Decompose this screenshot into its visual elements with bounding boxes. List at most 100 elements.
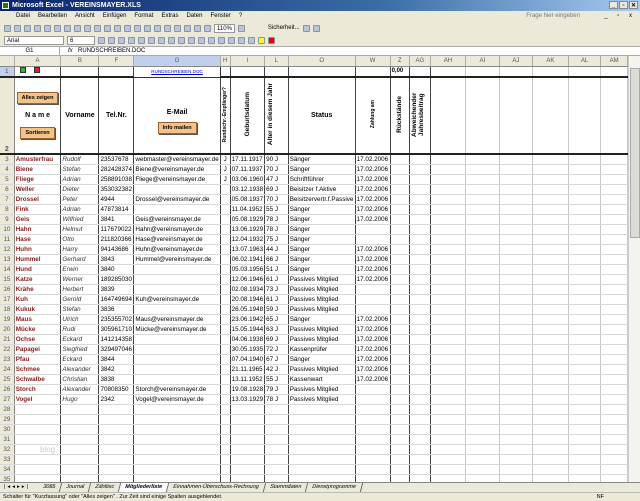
cell[interactable] xyxy=(355,294,391,305)
cell[interactable] xyxy=(390,184,410,195)
help-search-input[interactable]: Frage hier eingeben xyxy=(526,11,580,22)
cell[interactable] xyxy=(532,154,569,165)
cell[interactable] xyxy=(220,254,231,265)
cell[interactable] xyxy=(430,254,466,265)
cell[interactable]: Passives Mitglied xyxy=(288,384,356,395)
cell[interactable] xyxy=(499,344,533,355)
cell[interactable]: Hahn@vereinsmayer.de xyxy=(133,224,221,235)
cell[interactable] xyxy=(600,234,628,245)
cell[interactable]: 12.04.1932 xyxy=(230,234,266,245)
cell[interactable]: Huhn xyxy=(14,244,62,255)
cell[interactable] xyxy=(600,324,628,335)
cell[interactable] xyxy=(465,214,500,225)
cell[interactable] xyxy=(220,444,231,455)
cell[interactable] xyxy=(568,384,602,395)
cell[interactable] xyxy=(390,384,410,395)
cell[interactable] xyxy=(568,434,602,445)
cell[interactable] xyxy=(600,344,628,355)
cell[interactable] xyxy=(390,194,410,205)
underline-icon[interactable] xyxy=(118,36,125,44)
cell[interactable]: Kuh xyxy=(14,294,62,305)
cell[interactable]: Hugo xyxy=(60,394,100,405)
cell[interactable]: 07.04.1940 xyxy=(230,354,266,365)
column-header-ag[interactable]: AG xyxy=(409,56,431,67)
cell[interactable] xyxy=(600,364,628,375)
sheet-tab[interactable]: Mitgliederliste xyxy=(119,483,170,492)
cell[interactable]: 78 J xyxy=(264,394,289,405)
cell[interactable] xyxy=(532,334,569,345)
hyperlink-icon[interactable] xyxy=(154,24,161,32)
cell[interactable] xyxy=(532,404,569,415)
cell[interactable] xyxy=(499,154,533,165)
cell[interactable]: 03.12.1938 xyxy=(230,184,266,195)
cell[interactable] xyxy=(465,77,500,155)
cell[interactable] xyxy=(355,304,391,315)
cell[interactable]: 79 J xyxy=(264,384,289,395)
cell[interactable]: 17.02.2006 xyxy=(355,354,391,365)
cell[interactable] xyxy=(532,194,569,205)
cell[interactable]: 17.02.2006 xyxy=(355,154,391,165)
cell[interactable]: 55 J xyxy=(264,204,289,215)
cell[interactable]: 117679022 xyxy=(98,224,135,235)
column-header-i[interactable]: I xyxy=(230,56,266,67)
cell[interactable] xyxy=(600,224,628,235)
row-header[interactable]: 20 xyxy=(0,324,15,335)
cell[interactable]: Beisitzervertr.f.Passive xyxy=(288,194,356,205)
percent-icon[interactable] xyxy=(178,36,185,44)
cell[interactable] xyxy=(465,284,500,295)
row-header[interactable]: 12 xyxy=(0,244,15,255)
cell[interactable] xyxy=(430,244,466,255)
cell[interactable] xyxy=(430,284,466,295)
cell[interactable]: 13.07.1963 xyxy=(230,244,266,255)
cell[interactable]: Biene@vereinsmayer.de xyxy=(133,164,221,175)
sheet-tab[interactable]: Stammdaten xyxy=(263,483,309,492)
scrollbar-thumb[interactable] xyxy=(630,68,640,238)
cell[interactable]: 30.05.1935 xyxy=(230,344,266,355)
cell[interactable]: 69 J xyxy=(264,334,289,345)
cell[interactable] xyxy=(465,314,500,325)
outdent-icon[interactable] xyxy=(228,36,235,44)
cell[interactable] xyxy=(409,334,431,345)
red-square-icon[interactable] xyxy=(33,67,40,74)
cell[interactable]: Eckard xyxy=(60,354,100,365)
row-header[interactable]: 18 xyxy=(0,304,15,315)
cell[interactable] xyxy=(465,254,500,265)
cell[interactable] xyxy=(568,244,602,255)
cell[interactable]: 66 J xyxy=(264,254,289,265)
cell[interactable]: Krähe xyxy=(14,284,62,295)
cell[interactable]: 42 J xyxy=(264,364,289,375)
undo-icon[interactable] xyxy=(134,24,141,32)
cell[interactable]: 59 J xyxy=(264,304,289,315)
menu-einfügen[interactable]: Einfügen xyxy=(103,11,127,22)
cell[interactable]: Rudolf xyxy=(60,154,100,165)
cell[interactable] xyxy=(465,454,500,465)
cell[interactable]: Passives Mitglied xyxy=(288,394,356,405)
cell[interactable]: Sänger xyxy=(288,254,356,265)
cell[interactable]: 03.06.1960 xyxy=(230,174,266,185)
cell[interactable]: 70 J xyxy=(264,164,289,175)
cell[interactable]: Erwin xyxy=(60,264,100,275)
cell[interactable] xyxy=(430,474,466,482)
cell[interactable] xyxy=(600,444,628,455)
cell[interactable] xyxy=(430,324,466,335)
cell[interactable] xyxy=(430,464,466,475)
row-header[interactable]: 32 xyxy=(0,444,15,455)
cell[interactable] xyxy=(220,454,231,465)
cell[interactable]: 189285030 xyxy=(98,274,135,285)
cell[interactable] xyxy=(465,374,500,385)
cell[interactable]: 3841 xyxy=(98,214,135,225)
font-select[interactable]: Arial xyxy=(4,35,64,45)
cell[interactable] xyxy=(532,204,569,215)
cell[interactable] xyxy=(465,464,500,475)
cell[interactable] xyxy=(409,254,431,265)
cell[interactable] xyxy=(390,304,410,315)
cell[interactable] xyxy=(568,444,602,455)
row-header[interactable]: 8 xyxy=(0,204,15,215)
cell[interactable] xyxy=(499,294,533,305)
cell[interactable]: 258891038 xyxy=(98,174,135,185)
cell[interactable] xyxy=(409,214,431,225)
cell[interactable] xyxy=(264,454,289,465)
cell[interactable] xyxy=(133,274,221,285)
cell[interactable] xyxy=(409,244,431,255)
cell[interactable]: Otto xyxy=(60,234,100,245)
